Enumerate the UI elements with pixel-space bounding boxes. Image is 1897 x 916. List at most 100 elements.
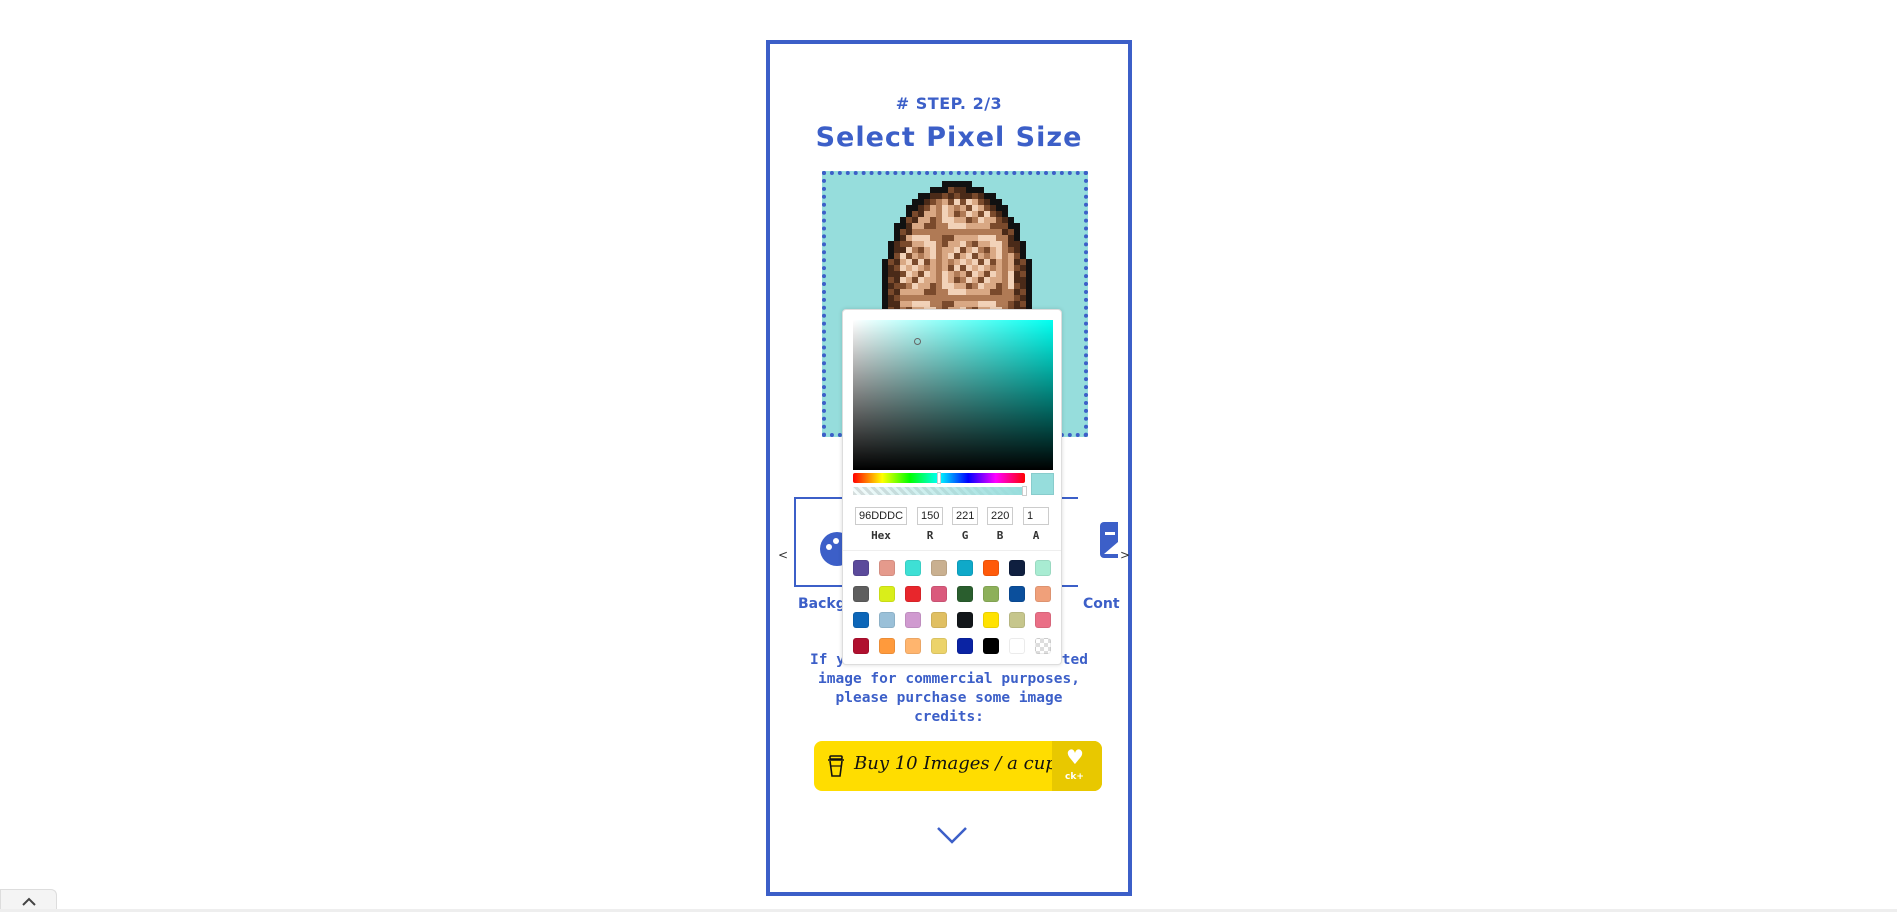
portrait-pixel (996, 235, 1002, 241)
color-swatch[interactable] (1009, 586, 1025, 602)
portrait-pixel (966, 199, 972, 205)
color-swatch[interactable] (1035, 612, 1051, 628)
portrait-pixel (906, 211, 912, 217)
portrait-pixel (972, 241, 978, 247)
color-swatch[interactable] (853, 638, 869, 654)
portrait-pixel (918, 301, 924, 307)
portrait-pixel (930, 187, 936, 193)
portrait-pixel (924, 199, 930, 205)
color-swatch[interactable] (983, 638, 999, 654)
color-swatch[interactable] (1035, 638, 1051, 654)
portrait-pixel (894, 235, 900, 241)
hex-input[interactable] (855, 507, 907, 525)
color-swatch[interactable] (853, 612, 869, 628)
color-swatch[interactable] (853, 560, 869, 576)
color-swatch[interactable] (879, 586, 895, 602)
portrait-pixel (1020, 295, 1026, 301)
hue-slider[interactable] (853, 472, 1025, 484)
color-swatch[interactable] (983, 586, 999, 602)
color-swatch[interactable] (957, 586, 973, 602)
notice-line: image for commercial purposes, (818, 671, 1080, 687)
portrait-pixel (990, 199, 996, 205)
buy-images-button[interactable]: Buy 10 Images / a cup ♥ ck+ (814, 741, 1102, 791)
color-swatch[interactable] (905, 638, 921, 654)
color-swatch[interactable] (905, 612, 921, 628)
portrait-pixel (990, 271, 996, 277)
portrait-pixel (954, 301, 960, 307)
portrait-pixel (936, 271, 942, 277)
carousel-prev-arrow[interactable]: < (778, 548, 788, 562)
portrait-pixel (948, 223, 954, 229)
color-swatch[interactable] (957, 638, 973, 654)
portrait-pixel (1002, 235, 1008, 241)
portrait-pixel (900, 223, 906, 229)
portrait-pixel (936, 199, 942, 205)
color-swatch[interactable] (1035, 560, 1051, 576)
portrait-pixel (942, 181, 948, 187)
color-swatch[interactable] (879, 560, 895, 576)
color-swatch[interactable] (983, 560, 999, 576)
saturation-area[interactable] (853, 320, 1053, 470)
portrait-pixel (996, 247, 1002, 253)
portrait-pixel (990, 193, 996, 199)
portrait-pixel (882, 301, 888, 307)
color-swatch[interactable] (1009, 560, 1025, 576)
portrait-pixel (906, 283, 912, 289)
color-swatch[interactable] (879, 638, 895, 654)
hue-handle[interactable] (937, 472, 941, 484)
chevron-down-icon[interactable] (936, 826, 968, 844)
portrait-pixel (906, 259, 912, 265)
notice-line: please purchase some image (835, 690, 1063, 706)
color-swatch[interactable] (1035, 586, 1051, 602)
green-input[interactable] (952, 507, 978, 525)
portrait-pixel (948, 229, 954, 235)
color-swatch[interactable] (931, 560, 947, 576)
alpha-slider[interactable] (853, 486, 1027, 496)
portrait-pixel (936, 295, 942, 301)
portrait-pixel (960, 199, 966, 205)
color-swatch[interactable] (931, 586, 947, 602)
portrait-pixel (1002, 295, 1008, 301)
portrait-pixel (954, 205, 960, 211)
color-swatch[interactable] (983, 612, 999, 628)
color-swatch[interactable] (957, 612, 973, 628)
portrait-pixel (948, 277, 954, 283)
portrait-pixel (894, 265, 900, 271)
portrait-pixel (924, 217, 930, 223)
portrait-pixel (1026, 259, 1032, 265)
blue-input[interactable] (987, 507, 1013, 525)
portrait-pixel (1008, 289, 1014, 295)
portrait-pixel (918, 259, 924, 265)
portrait-pixel (978, 205, 984, 211)
color-swatch[interactable] (905, 560, 921, 576)
alpha-input[interactable] (1023, 507, 1049, 525)
portrait-pixel (984, 253, 990, 259)
red-input[interactable] (917, 507, 943, 525)
portrait-pixel (966, 217, 972, 223)
color-swatch[interactable] (905, 586, 921, 602)
color-swatch[interactable] (931, 638, 947, 654)
portrait-pixel (906, 229, 912, 235)
portrait-pixel (906, 223, 912, 229)
saturation-handle[interactable] (914, 338, 921, 345)
portrait-pixel (1014, 301, 1020, 307)
portrait-pixel (990, 259, 996, 265)
color-swatch[interactable] (879, 612, 895, 628)
portrait-pixel (996, 241, 1002, 247)
portrait-pixel (942, 187, 948, 193)
portrait-pixel (912, 229, 918, 235)
carousel-next-arrow[interactable]: > (1120, 548, 1130, 562)
color-swatch[interactable] (931, 612, 947, 628)
alpha-handle[interactable] (1022, 486, 1027, 496)
portrait-pixel (882, 259, 888, 265)
color-swatch[interactable] (1009, 612, 1025, 628)
portrait-pixel (1008, 265, 1014, 271)
color-swatch[interactable] (957, 560, 973, 576)
color-swatch[interactable] (853, 586, 869, 602)
portrait-pixel (954, 181, 960, 187)
portrait-pixel (924, 277, 930, 283)
portrait-pixel (930, 259, 936, 265)
color-swatch[interactable] (1009, 638, 1025, 654)
portrait-pixel (906, 235, 912, 241)
portrait-pixel (954, 289, 960, 295)
